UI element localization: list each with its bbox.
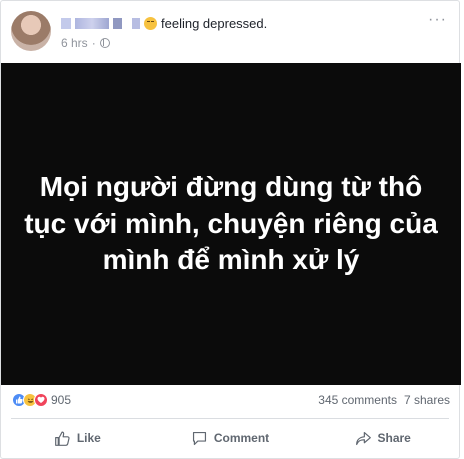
engagement-counts: 345 comments 7 shares: [318, 393, 450, 407]
divider: [11, 418, 449, 419]
shares-count[interactable]: 7 shares: [404, 393, 450, 407]
like-button[interactable]: Like: [1, 421, 154, 455]
avatar[interactable]: [11, 11, 51, 51]
post-card: feeling depressed. 6 hrs · ··· Mọi người…: [0, 0, 461, 459]
blurred-name-part: [75, 17, 109, 29]
image-text: Mọi người đừng dùng từ thô tục với mình,…: [24, 170, 438, 276]
share-arrow-icon: [355, 431, 371, 445]
feeling-text: feeling depressed.: [161, 15, 268, 31]
comment-bubble-icon: [192, 431, 206, 445]
post-time[interactable]: 6 hrs: [61, 36, 88, 50]
love-reaction-icon: [34, 393, 48, 407]
sad-face-icon: [144, 16, 157, 30]
like-label: Like: [76, 431, 101, 445]
post-meta: 6 hrs ·: [61, 36, 110, 50]
more-options-icon[interactable]: ···: [428, 11, 447, 29]
post-image[interactable]: Mọi người đừng dùng từ thô tục với mình,…: [1, 63, 461, 385]
post-header: feeling depressed. 6 hrs · ···: [1, 1, 459, 63]
author-line: feeling depressed.: [61, 14, 267, 32]
comment-button[interactable]: Comment: [154, 421, 307, 455]
share-label: Share: [377, 431, 411, 445]
comments-count[interactable]: 345 comments: [318, 393, 397, 407]
blurred-name-part: [61, 17, 71, 29]
blurred-name-part: [132, 17, 140, 29]
thumbs-up-icon: [54, 431, 70, 446]
separator-dot: ·: [91, 36, 96, 50]
post-actions: Like Comment Share: [1, 421, 459, 455]
post-stats: 905 345 comments 7 shares: [1, 389, 459, 413]
share-button[interactable]: Share: [306, 421, 459, 455]
comment-label: Comment: [213, 431, 270, 445]
blurred-name-part: [113, 17, 122, 29]
reactions-summary[interactable]: 905: [12, 393, 71, 407]
reaction-count: 905: [51, 393, 72, 407]
globe-icon[interactable]: [99, 38, 110, 48]
